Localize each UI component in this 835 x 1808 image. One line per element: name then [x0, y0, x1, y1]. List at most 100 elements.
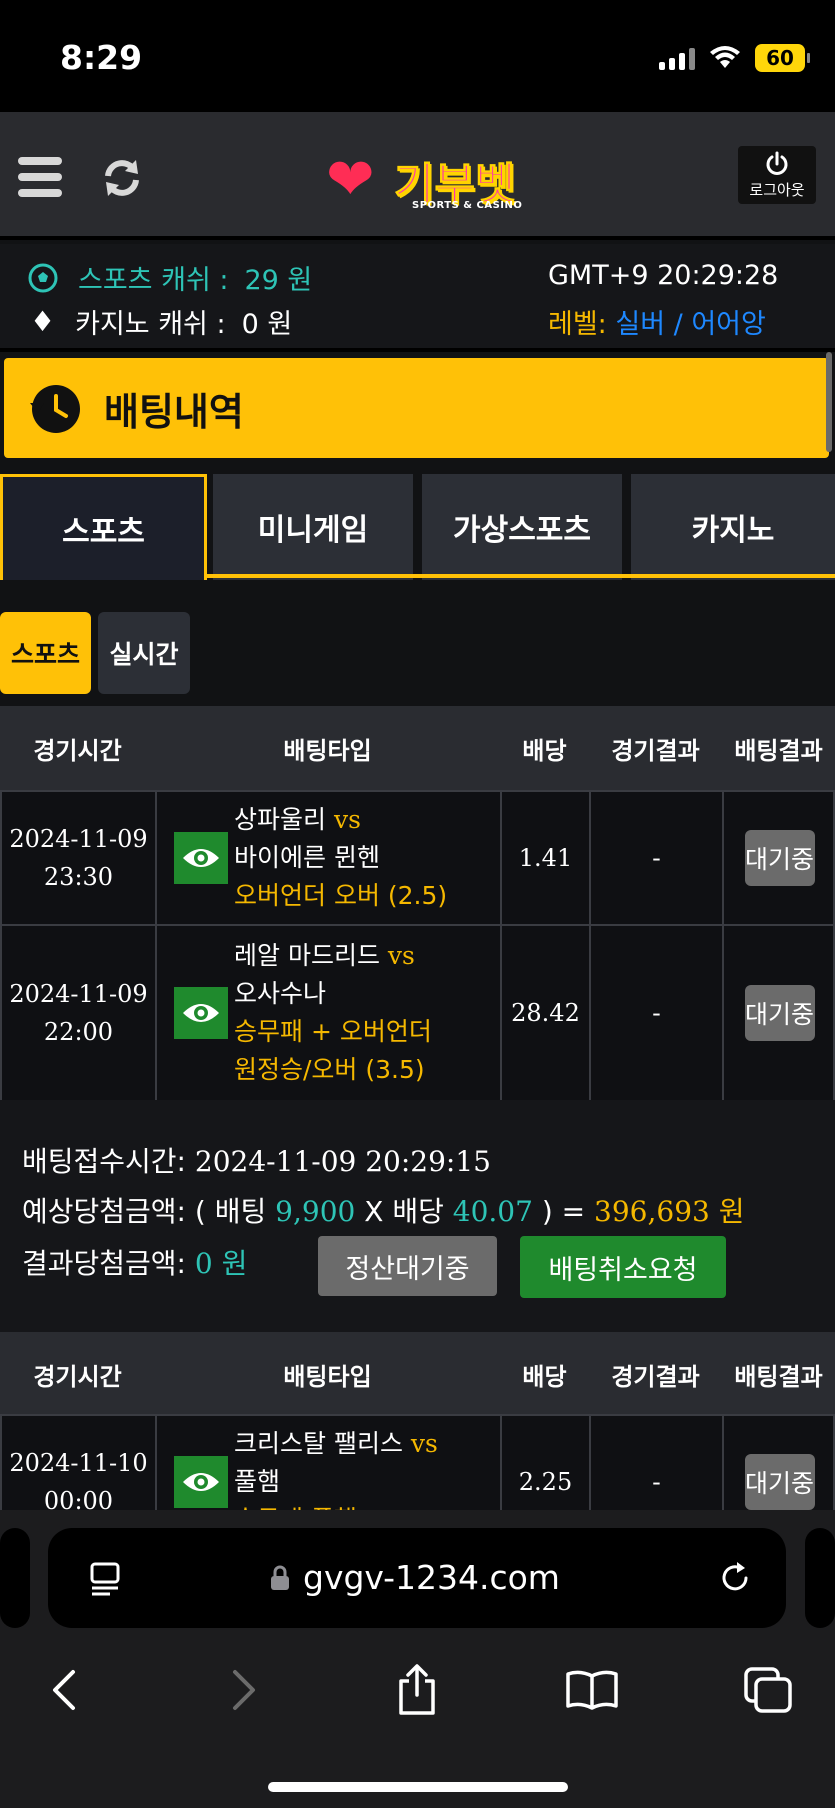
col-odds: 배당: [522, 1362, 567, 1391]
expected-label: 예상당첨금액:: [22, 1195, 186, 1228]
bet-type-cell: 레알 마드리드 vs 오사수나 승무패 + 오버언더 원정승/오버 (3.5): [157, 926, 502, 1100]
match-hour: 23:30: [43, 863, 114, 891]
status-badge: 대기중: [744, 1454, 815, 1510]
chevron-left-icon: [53, 1670, 75, 1710]
bet-market: 오버언더 오버 (2.5): [234, 881, 448, 910]
away-team: 바이에른 뮌헨: [234, 843, 380, 872]
col-bet-type: 배팅타입: [283, 1362, 372, 1391]
diamond-icon: ♦: [30, 305, 56, 338]
match-info: 상파울리 vs 바이에른 뮌헨 오버언더 오버 (2.5): [234, 801, 447, 915]
subtab-live[interactable]: 실시간: [98, 612, 190, 694]
odds-cell: 1.41: [502, 792, 591, 924]
received-label: 배팅접수시간:: [22, 1145, 186, 1178]
tabs-button[interactable]: [738, 1660, 798, 1720]
account-info-bar: 스포츠 캐쉬 : 29 원 ♦ 카지노 캐쉬 : 0 원 GMT+9 20:29…: [0, 244, 835, 352]
received-time: 2024-11-09 20:29:15: [194, 1145, 491, 1178]
result-win-line: 결과당첨금액: 0 원: [22, 1242, 247, 1282]
casino-cash-value: 0 원: [241, 309, 293, 340]
tab-underline: [205, 574, 835, 578]
expected-win-line: 예상당첨금액: ( 배팅 9,900 X 배당 40.07 ) = 396,69…: [22, 1190, 745, 1230]
vs-label: vs: [387, 941, 415, 970]
logout-button[interactable]: 로그아웃: [738, 146, 816, 204]
match-date: 2024-11-09: [9, 980, 148, 1008]
eye-icon[interactable]: [174, 832, 228, 884]
eye-icon[interactable]: [174, 987, 228, 1039]
col-bet-type: 배팅타입: [283, 736, 372, 765]
match-result-cell: -: [591, 926, 724, 1100]
equals-label: ) =: [541, 1195, 586, 1228]
browser-toolbar: gvgv-1234.com: [0, 1510, 835, 1808]
next-tab-edge[interactable]: [805, 1528, 835, 1628]
scrollbar[interactable]: [826, 352, 832, 452]
reader-icon[interactable]: [88, 1560, 124, 1596]
result-label: 결과당첨금액:: [22, 1247, 186, 1280]
match-date: 2024-11-09: [9, 825, 148, 853]
match-info: 레알 마드리드 vs 오사수나 승무패 + 오버언더 원정승/오버 (3.5): [234, 937, 432, 1089]
sports-cash-value: 29 원: [244, 265, 313, 296]
share-icon: [399, 1664, 435, 1715]
bet-result-cell: 대기중: [724, 792, 835, 924]
casino-cash: ♦ 카지노 캐쉬 : 0 원: [30, 302, 292, 341]
total-odds: 40.07: [452, 1195, 533, 1228]
tab-casino[interactable]: 카지노: [631, 474, 835, 580]
bet-market: 승무패 + 오버언더: [234, 1017, 432, 1046]
sports-cash: 스포츠 캐쉬 : 29 원: [28, 258, 312, 297]
tab-minigame[interactable]: 미니게임: [213, 474, 413, 580]
prev-tab-edge[interactable]: [0, 1528, 30, 1628]
menu-icon[interactable]: [18, 157, 62, 197]
casino-cash-label: 카지노 캐쉬 :: [75, 309, 226, 340]
col-bet-result: 배팅결과: [734, 1362, 823, 1391]
back-button[interactable]: [34, 1660, 94, 1720]
url-text[interactable]: gvgv-1234.com: [303, 1558, 560, 1597]
home-indicator[interactable]: [268, 1782, 568, 1792]
reload-icon[interactable]: [718, 1560, 754, 1596]
match-hour: 22:00: [43, 1018, 114, 1046]
expected-win-amount: 396,693 원: [594, 1195, 745, 1228]
soccer-ball-icon: [28, 263, 58, 292]
stake-amount: 9,900: [275, 1195, 356, 1228]
cancel-bet-request-button[interactable]: 배팅취소요청: [520, 1236, 726, 1298]
away-team: 풀햄: [234, 1467, 281, 1496]
stake-prefix: ( 배팅: [194, 1195, 267, 1228]
status-icons: 60: [659, 44, 810, 72]
status-bar: 8:29 60: [0, 0, 835, 112]
status-badge: 대기중: [744, 985, 815, 1041]
power-icon: [766, 151, 788, 175]
col-match-result: 경기결과: [611, 1362, 700, 1391]
site-logo[interactable]: ❤ 기부벳 SPORTS & CASINO: [326, 146, 526, 216]
col-odds: 배당: [522, 736, 567, 765]
share-button[interactable]: [387, 1660, 447, 1720]
book-icon: [566, 1670, 618, 1710]
col-match-result: 경기결과: [611, 736, 700, 765]
match-time-cell: 2024-11-09 22:00: [2, 926, 157, 1100]
page-title-bar: 배팅내역: [4, 358, 829, 458]
logout-label: 로그아웃: [749, 180, 805, 199]
match-result-cell: -: [591, 792, 724, 924]
subtab-sports[interactable]: 스포츠: [0, 612, 91, 694]
vs-label: vs: [410, 1429, 438, 1458]
settlement-pending-button[interactable]: 정산대기중: [318, 1236, 497, 1296]
bookmarks-button[interactable]: [562, 1660, 622, 1720]
eye-icon[interactable]: [174, 1456, 228, 1508]
refresh-icon[interactable]: [100, 156, 144, 200]
home-team: 크리스탈 팰리스: [234, 1429, 403, 1458]
away-team: 오사수나: [234, 979, 327, 1008]
status-badge: 대기중: [744, 830, 815, 886]
history-clock-icon: [30, 385, 80, 433]
odds-prefix: X 배당: [364, 1195, 444, 1228]
col-match-time: 경기시간: [33, 1362, 122, 1391]
sports-cash-label: 스포츠 캐쉬 :: [78, 265, 229, 296]
wifi-icon: [710, 46, 740, 68]
heart-logo-icon: ❤: [326, 145, 375, 213]
chevron-right-icon: [233, 1670, 255, 1710]
address-bar[interactable]: gvgv-1234.com: [48, 1528, 786, 1628]
vs-label: vs: [333, 805, 361, 834]
odds-cell: 28.42: [502, 926, 591, 1100]
tab-virtual-sports[interactable]: 가상스포츠: [422, 474, 622, 580]
tabs-icon: [744, 1667, 792, 1713]
forward-button[interactable]: [214, 1660, 274, 1720]
home-team: 상파울리: [234, 805, 327, 834]
tab-sports[interactable]: 스포츠: [0, 474, 207, 580]
level-value[interactable]: 실버 / 어어앙: [615, 309, 765, 340]
main-tabs: 스포츠 미니게임 가상스포츠 카지노: [0, 474, 835, 580]
